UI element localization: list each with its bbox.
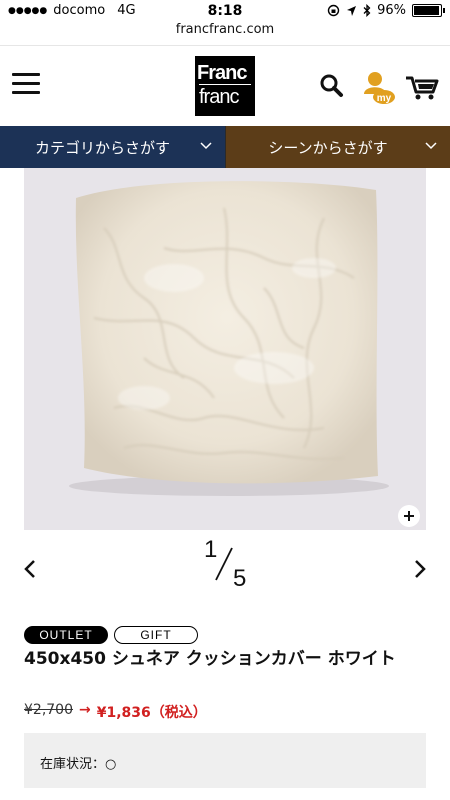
stock-status-box: 在庫状況：○ xyxy=(24,733,426,788)
francfranc-logo[interactable]: Franc franc xyxy=(195,56,255,116)
tab-category-label: カテゴリからさがす xyxy=(34,138,170,157)
plus-icon[interactable] xyxy=(398,505,420,527)
rotation-lock-icon xyxy=(327,4,340,17)
original-price: ¥2,700 xyxy=(24,702,73,718)
search-icon[interactable] xyxy=(318,72,346,100)
battery-percent: 96% xyxy=(377,3,406,18)
logo-line1: Franc xyxy=(197,62,247,84)
chevron-left-icon[interactable] xyxy=(22,558,38,580)
gift-badge: GIFT xyxy=(114,626,198,644)
product-tags: OUTLET GIFT xyxy=(24,626,198,644)
hamburger-icon[interactable] xyxy=(12,73,40,95)
stock-status: 在庫状況：○ xyxy=(40,757,117,772)
chevron-down-icon xyxy=(200,142,212,150)
product-image[interactable] xyxy=(24,168,426,530)
tab-scene-label: シーンからさがす xyxy=(268,138,388,157)
battery-icon xyxy=(412,4,445,17)
category-nav: カテゴリからさがす シーンからさがす xyxy=(0,126,450,168)
my-label: my xyxy=(377,93,392,104)
cart-icon[interactable] xyxy=(405,72,439,102)
tab-category-search[interactable]: カテゴリからさがす xyxy=(0,126,225,168)
chevron-right-icon[interactable] xyxy=(412,558,428,580)
user-icon: my xyxy=(364,72,395,104)
url-text: francfranc.com xyxy=(175,22,275,37)
site-header: Franc franc my xyxy=(0,46,450,126)
outlet-badge: OUTLET xyxy=(24,626,108,644)
sale-price: ¥1,836（税込） xyxy=(96,705,207,721)
bluetooth-icon xyxy=(363,4,371,17)
chevron-down-icon xyxy=(425,142,437,150)
price-arrow: → xyxy=(79,702,91,718)
product-price: ¥2,700 → ¥1,836（税込） xyxy=(24,702,207,722)
image-pager: 1 5 xyxy=(0,530,450,614)
browser-url-bar[interactable]: francfranc.com xyxy=(0,22,450,46)
cushion-image xyxy=(69,181,389,496)
page-separator xyxy=(215,547,233,581)
location-icon xyxy=(347,5,357,16)
logo-line2: franc xyxy=(199,84,251,108)
status-bar: ●●●●● docomo 4G 8:18 96% xyxy=(0,0,450,22)
product-title: 450x450 シュネア クッションカバー ホワイト xyxy=(24,649,396,669)
page-total: 5 xyxy=(233,565,247,592)
mypage-button[interactable]: my xyxy=(362,70,396,106)
tab-scene-search[interactable]: シーンからさがす xyxy=(225,126,450,168)
